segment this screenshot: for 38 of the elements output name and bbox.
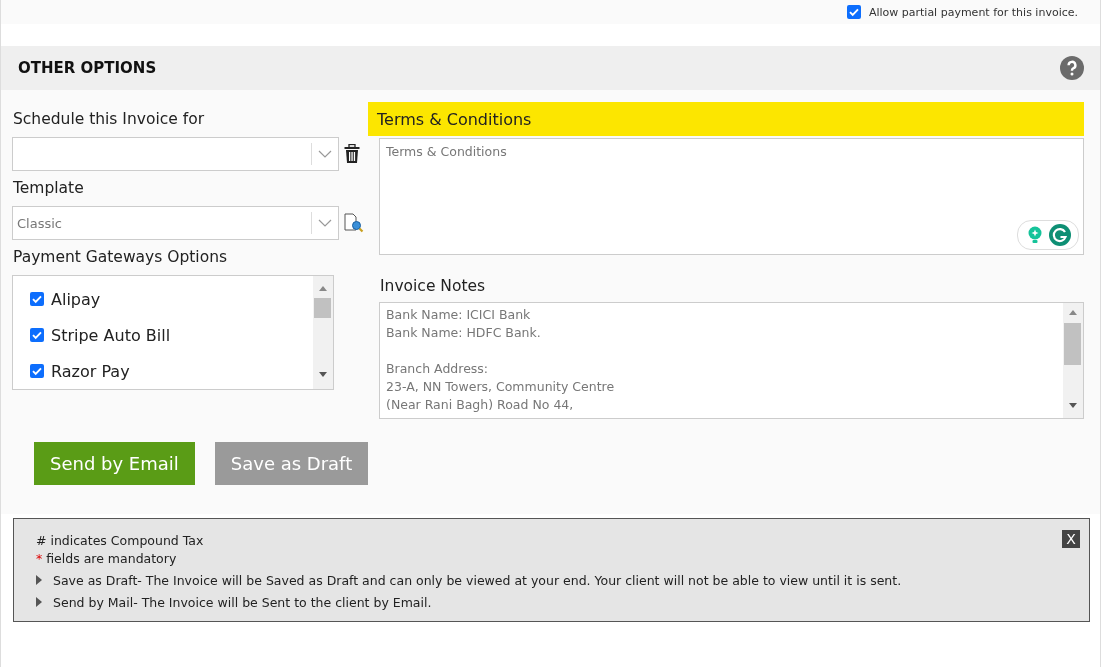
section-title: OTHER OPTIONS <box>18 59 157 77</box>
checkbox[interactable] <box>30 292 44 306</box>
text-line: Bank Name: ICICI Bank <box>386 306 532 324</box>
info-text: # indicates Compound Tax <box>36 532 205 550</box>
close-button[interactable]: X <box>1062 530 1080 548</box>
info-text: fields are mandatory <box>45 551 177 566</box>
assistant-badge[interactable] <box>1017 220 1079 250</box>
field-label: Invoice Notes <box>379 276 487 297</box>
checkbox[interactable] <box>30 364 44 378</box>
checkbox[interactable] <box>846 5 861 19</box>
terms-heading: Terms & Conditions <box>368 102 1084 136</box>
field-label: Template <box>12 178 85 199</box>
notes-field[interactable]: Bank Name: ICICI Bank Bank Name: HDFC Bank. Branch Address: 23-A, NN Towers, Community Centre (Near Rani Bagh) Road No 44, <box>379 302 1084 419</box>
help-icon[interactable] <box>1060 56 1084 80</box>
send-button[interactable]: Send by Email <box>34 442 195 485</box>
checkbox-label: Razor Pay <box>51 361 130 381</box>
dropdown[interactable]: Classic <box>12 206 339 240</box>
field-label: Schedule this Invoice for <box>12 109 206 130</box>
info-text: Send by Mail- The Invoice will be Sent to the client by Email. <box>53 594 432 612</box>
text-line: Bank Name: HDFC Bank. <box>386 324 542 342</box>
terms-field[interactable]: Terms & Conditions <box>379 138 1084 255</box>
trash-icon[interactable] <box>344 144 360 164</box>
required-mark: * <box>36 551 43 566</box>
info-text: Save as Draft- The Invoice will be Saved as Draft and can only be viewed at your end. Your client will not be able to view until it is sent. <box>53 572 902 590</box>
checkbox-label: Alipay <box>51 289 101 309</box>
document-search-icon[interactable] <box>344 213 364 233</box>
checkbox[interactable] <box>30 328 44 342</box>
text-line: 23-A, NN Towers, Community Centre <box>386 378 616 396</box>
scrollbar[interactable] <box>313 276 333 389</box>
checkbox-label: Allow partial payment for this invoice. <box>868 5 1078 19</box>
scrollbar[interactable] <box>1063 303 1083 418</box>
caret-icon[interactable] <box>318 219 332 227</box>
draft-button[interactable]: Save as Draft <box>214 442 369 485</box>
text-line: (Near Rani Bagh) Road No 44, <box>386 396 575 414</box>
text-line: Branch Address: <box>386 360 490 378</box>
field-label: Payment Gateways Options <box>12 247 229 268</box>
caret-icon[interactable] <box>318 150 332 158</box>
checkbox-label: Stripe Auto Bill <box>51 325 171 345</box>
